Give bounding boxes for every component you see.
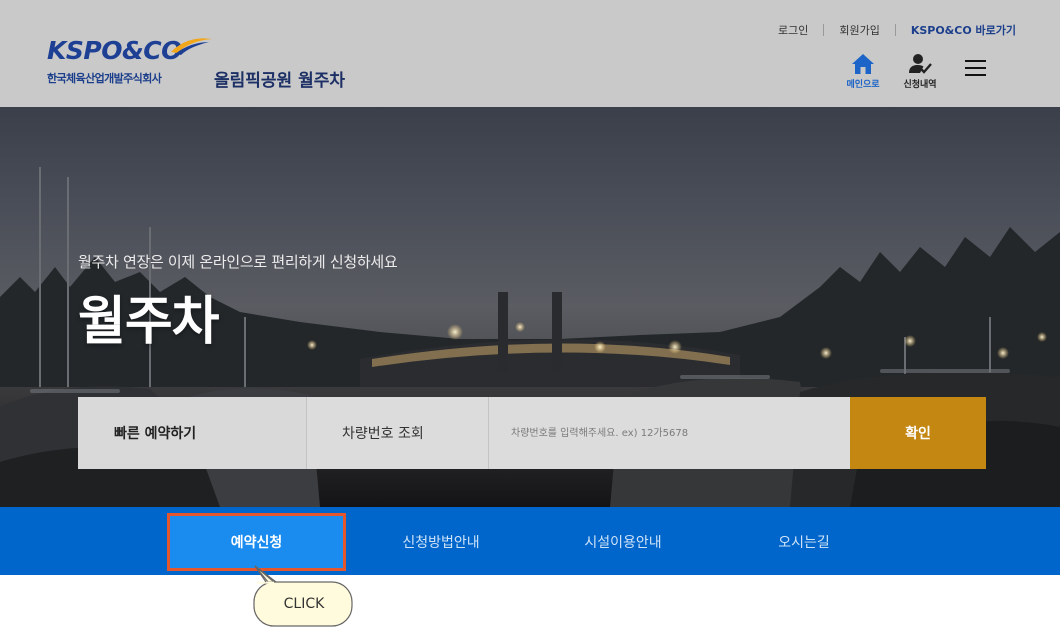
menu-icon [965, 74, 986, 76]
site-header: 로그인 회원가입 KSPO&CO 바로가기 KSPO&CO 한국체육산업개발주식… [0, 0, 1060, 107]
hero-title: 월주차 [78, 292, 220, 352]
tab-facility-guide[interactable]: 시설이용안내 [533, 513, 713, 571]
hero-subtitle: 월주차 연장은 이제 온라인으로 편리하게 신청하세요 [78, 253, 398, 271]
menu-icon [965, 67, 986, 69]
logo-text: KSPO&CO [47, 36, 182, 65]
home-icon [852, 54, 874, 74]
divider [823, 24, 825, 36]
divider [894, 24, 896, 36]
logo-swoosh-icon [171, 38, 212, 55]
kspo-site-link[interactable]: KSPO&CO 바로가기 [911, 22, 1016, 38]
hero-banner: 월주차 연장은 이제 온라인으로 편리하게 신청하세요 월주차 빠른 예약하기 … [0, 107, 1060, 507]
user-check-icon [909, 54, 932, 74]
home-label: 메인으로 [846, 80, 880, 90]
signup-link[interactable]: 회원가입 [839, 22, 879, 38]
menu-button[interactable] [965, 60, 986, 77]
history-button[interactable]: 신청내역 [898, 53, 942, 90]
home-button[interactable]: 메인으로 [841, 53, 885, 90]
callout-text: CLICK [283, 596, 325, 612]
site-title[interactable]: 올림픽공원 월주차 [214, 66, 345, 91]
kspo-logo[interactable]: KSPO&CO 한국체육산업개발주식회사 [47, 36, 217, 88]
quick-reserve-title: 빠른 예약하기 [78, 397, 306, 469]
menu-icon [965, 60, 986, 62]
plate-number-input[interactable] [488, 397, 850, 469]
history-label: 신청내역 [903, 80, 937, 90]
top-links: 로그인 회원가입 KSPO&CO 바로가기 [778, 22, 1016, 38]
login-link[interactable]: 로그인 [778, 22, 808, 38]
header-nav: 메인으로 신청내역 [828, 53, 942, 90]
plate-lookup-label: 차량번호 조회 [306, 397, 488, 469]
tab-how-to-apply[interactable]: 신청방법안내 [351, 513, 531, 571]
click-callout: CLICK [252, 560, 356, 634]
tab-directions[interactable]: 오시는길 [714, 513, 894, 571]
page: 로그인 회원가입 KSPO&CO 바로가기 KSPO&CO 한국체육산업개발주식… [0, 0, 1060, 634]
confirm-button[interactable]: 확인 [850, 397, 986, 469]
quick-reserve-bar: 빠른 예약하기 차량번호 조회 확인 [78, 397, 986, 469]
main-tab-nav: 예약신청 신청방법안내 시설이용안내 오시는길 [0, 507, 1060, 575]
logo-subtitle: 한국체육산업개발주식회사 [47, 72, 162, 85]
